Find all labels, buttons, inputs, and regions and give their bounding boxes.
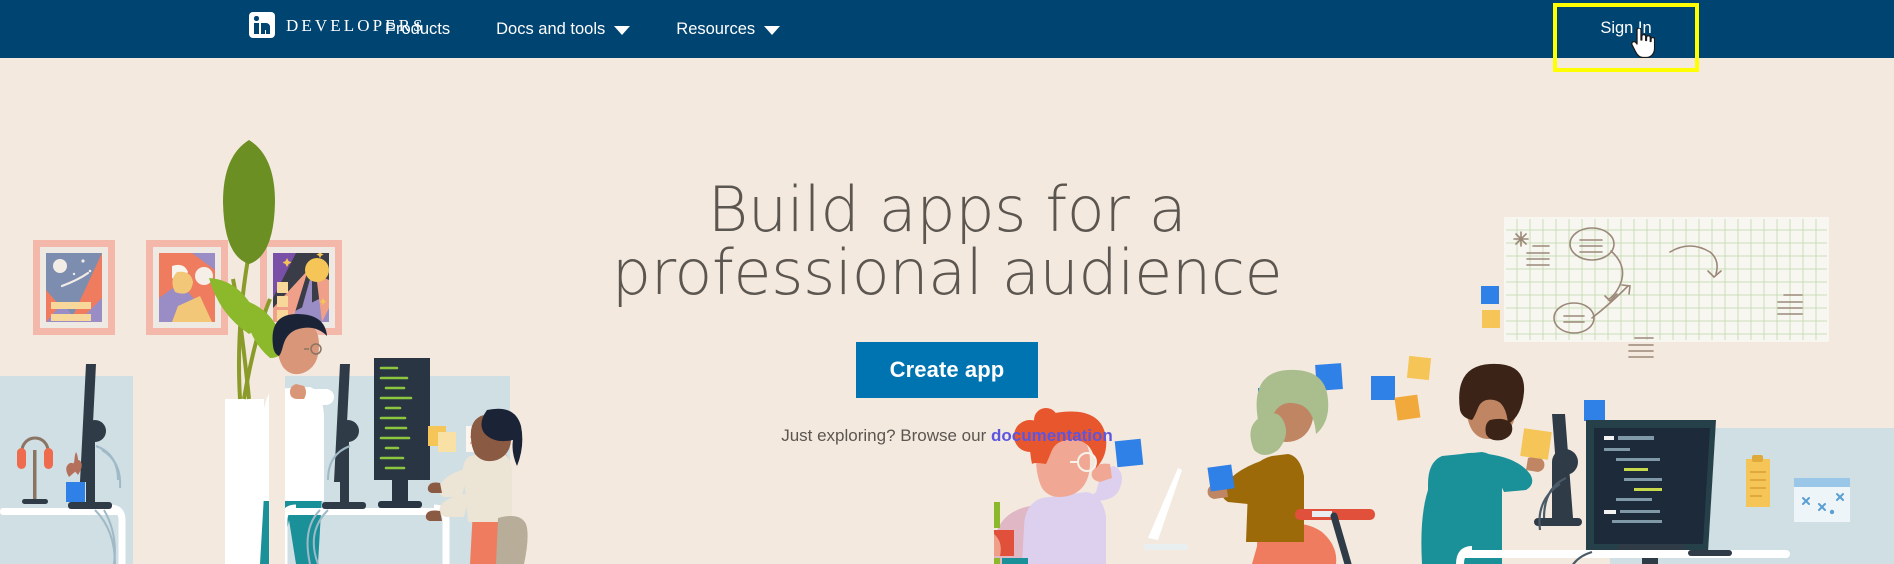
sign-in-button[interactable]: Sign In [1557,7,1695,68]
hero-title-line-2: professional audience [611,236,1283,310]
nav-item-products-label: Products [385,19,451,38]
sticky-note [1207,464,1235,492]
sticky-note [1482,310,1500,328]
sticky-note [1584,400,1605,421]
page-title: Build apps for a professional audience [567,178,1327,310]
hero-title-line-1: Build apps for a [707,173,1187,246]
chevron-down-icon [764,26,781,35]
sticky-note [1520,428,1552,460]
nav-item-docs-and-tools-label: Docs and tools [496,19,606,38]
clipboard [1746,455,1770,507]
nav-item-products[interactable]: Products [385,0,473,58]
hero-section: Build apps for a professional audience C… [0,58,1894,564]
hero-subtext-prefix: Just exploring? Browse our [781,426,991,446]
primary-nav-links: Products Docs and tools Resources [385,0,803,58]
left-illustration [0,58,640,564]
chevron-down-icon [614,26,631,35]
create-app-button[interactable]: Create app [855,342,1039,399]
nav-item-resources[interactable]: Resources [653,0,803,58]
hero-content: Build apps for a professional audience C… [567,178,1327,446]
sign-in-highlight-box: Sign In [1553,3,1699,72]
framed-art-1 [33,240,115,335]
nav-item-docs-and-tools[interactable]: Docs and tools [473,0,653,58]
sticky-note [1371,376,1395,400]
sticky-note [1481,286,1499,304]
linkedin-in-icon [249,12,275,38]
documentation-link[interactable]: documentation [991,426,1113,445]
wall-calendar [1794,478,1850,522]
sticky-note [1406,355,1432,381]
sticky-note [1394,394,1421,421]
hero-subtext: Just exploring? Browse our documentation [567,426,1327,446]
nav-item-resources-label: Resources [676,19,756,38]
whiteboard [1504,217,1829,358]
